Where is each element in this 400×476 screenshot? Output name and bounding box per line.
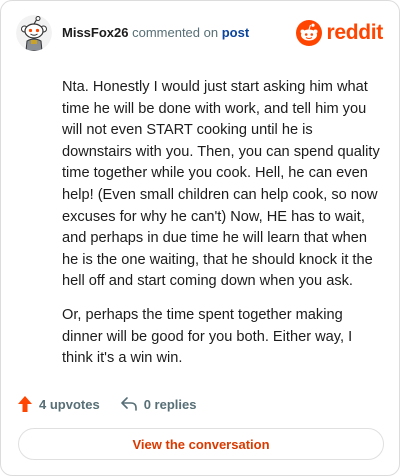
avatar[interactable] (16, 15, 52, 51)
comment-header: MissFox26 commented on post reddit (16, 15, 383, 51)
reply-count: 0 replies (143, 396, 197, 412)
reply-arrow-icon (120, 397, 137, 411)
upvote-count: 4 upvotes (39, 396, 100, 412)
snoo-avatar-icon (16, 15, 52, 51)
commented-on-text: commented on (128, 25, 222, 40)
comment-card: MissFox26 commented on post reddit Nta. … (0, 0, 400, 476)
comment-meta: MissFox26 commented on post (62, 25, 249, 41)
brand-wordmark: reddit (326, 21, 383, 44)
comment-paragraph: Or, perhaps the time spent together maki… (62, 306, 353, 367)
username-link[interactable]: MissFox26 (62, 25, 128, 40)
upvote-button[interactable]: 4 upvotes (17, 395, 100, 413)
reply-button[interactable]: 0 replies (120, 396, 197, 412)
comment-body: Nta. Honestly I would just start asking … (62, 77, 380, 382)
reddit-logo-icon (296, 20, 323, 46)
view-conversation-button[interactable]: View the conversation (18, 428, 384, 460)
upvote-arrow-icon (18, 396, 32, 412)
post-link[interactable]: post (222, 25, 249, 40)
comment-actions: 4 upvotes 0 replies (17, 394, 196, 414)
comment-paragraph: Nta. Honestly I would just start asking … (62, 79, 380, 290)
reddit-brand[interactable]: reddit (296, 19, 383, 47)
